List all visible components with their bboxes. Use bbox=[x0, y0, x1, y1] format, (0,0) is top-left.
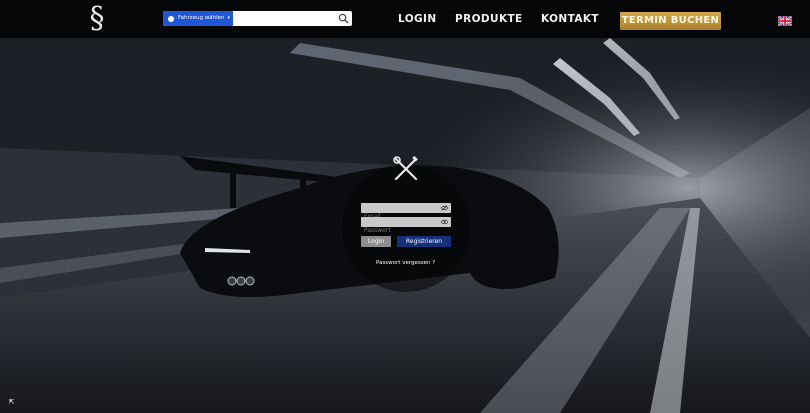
vehicle-select-button[interactable]: Fahrzeug wählen ▾ bbox=[163, 11, 233, 26]
password-field bbox=[361, 217, 451, 236]
password-input[interactable] bbox=[361, 225, 438, 236]
search-input[interactable] bbox=[235, 12, 339, 27]
top-navigation-bar: § Fahrzeug wählen ▾ LOGIN PRODUKTE KONTA… bbox=[0, 0, 810, 38]
forgot-password-link[interactable]: Passwort vergessen ? bbox=[376, 260, 435, 266]
nav-produkte-link[interactable]: PRODUKTE bbox=[455, 13, 523, 25]
eye-slash-icon[interactable] bbox=[441, 205, 448, 211]
search-icon[interactable] bbox=[338, 13, 349, 24]
vehicle-search-bar: Fahrzeug wählen ▾ bbox=[163, 11, 352, 27]
vehicle-select-label: Fahrzeug wählen bbox=[178, 15, 225, 21]
nav-kontakt-link[interactable]: KONTAKT bbox=[541, 13, 599, 25]
email-field bbox=[361, 203, 451, 222]
car-icon bbox=[168, 15, 174, 22]
register-button[interactable]: Registrieren bbox=[397, 236, 451, 247]
uk-flag-icon[interactable] bbox=[778, 16, 792, 26]
eye-icon[interactable] bbox=[441, 219, 448, 225]
wrench-screwdriver-icon bbox=[393, 155, 418, 181]
termin-buchen-button[interactable]: TERMIN BUCHEN bbox=[620, 12, 721, 30]
chevron-down-icon: ▾ bbox=[227, 15, 231, 21]
paragraph-logo-icon[interactable]: § bbox=[86, 4, 108, 34]
nav-login-link[interactable]: LOGIN bbox=[398, 13, 437, 25]
expand-corner-icon[interactable]: ⇱ bbox=[6, 397, 17, 408]
login-button[interactable]: Login bbox=[361, 236, 391, 247]
